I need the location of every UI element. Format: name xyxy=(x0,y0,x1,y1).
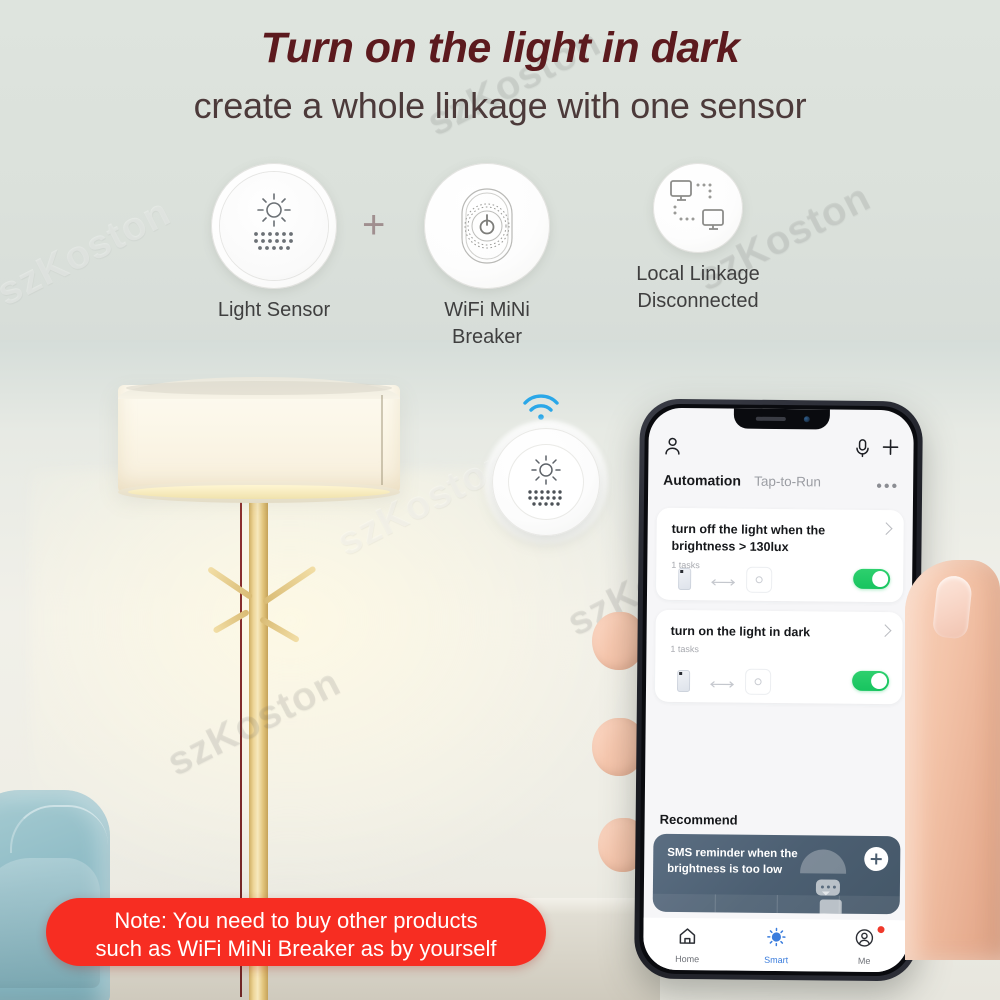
sensor-device-icon xyxy=(678,567,692,591)
home-icon xyxy=(679,928,696,944)
product-light-sensor: Light Sensor xyxy=(210,163,338,324)
bubble-dot xyxy=(820,885,824,889)
nav-me[interactable]: Me xyxy=(820,926,908,966)
automation-title: turn on the light in dark xyxy=(670,623,811,640)
lamp-light xyxy=(128,485,390,499)
sms-bubble-icon xyxy=(815,879,841,896)
action-device-icon xyxy=(746,566,773,593)
product-label-line1: Local Linkage xyxy=(636,263,760,285)
note-line-2: such as WiFi MiNi Breaker as by yourself xyxy=(95,936,497,962)
finger xyxy=(592,612,644,670)
toggle-knob xyxy=(871,672,888,690)
page-subtitle: create a whole linkage with one sensor xyxy=(193,85,807,126)
lamp-shade-seam xyxy=(381,395,383,485)
toggle-knob xyxy=(872,570,889,588)
nav-label: Home xyxy=(675,953,700,965)
automation-toggle[interactable] xyxy=(851,670,890,692)
note-line-1: Note: You need to buy other products xyxy=(114,908,478,933)
linkage-disc xyxy=(653,163,743,253)
tab-bar: Automation Tap-to-Run ••• xyxy=(648,472,913,503)
double-arrow-icon xyxy=(707,676,737,688)
recommend-card[interactable]: SMS reminder when the brightness is too … xyxy=(652,833,901,915)
product-label-line2: Disconnected xyxy=(637,290,759,312)
phone-notch xyxy=(733,408,830,430)
product-wifi-mini-breaker: WiFi MiNi Breaker xyxy=(423,163,551,351)
more-horizontal-icon[interactable]: ••• xyxy=(876,478,899,495)
smart-sun-icon xyxy=(767,927,786,947)
bubble-dot xyxy=(832,885,836,889)
light-sensor-icon xyxy=(220,172,328,280)
product-label: Light Sensor xyxy=(217,299,331,321)
wifi-signal-icon xyxy=(519,390,563,422)
light-sensor-disc xyxy=(211,163,337,289)
automation-title: turn off the light when the brightness >… xyxy=(671,521,826,554)
nav-label: Smart xyxy=(764,954,789,966)
note-banner: Note: You need to buy other products suc… xyxy=(46,898,546,966)
wifi-mini-breaker-icon xyxy=(461,188,513,264)
plus-icon[interactable] xyxy=(880,437,900,462)
bubble-dot xyxy=(826,885,830,889)
recommend-title: SMS reminder when the brightness is too … xyxy=(667,846,798,876)
tab-automation[interactable]: Automation xyxy=(663,472,741,489)
smartphone: Automation Tap-to-Run ••• turn off the l… xyxy=(633,398,924,982)
nav-smart[interactable]: Smart xyxy=(732,927,820,966)
plus-circle-icon[interactable] xyxy=(864,846,889,872)
recommend-heading: Recommend xyxy=(659,811,738,828)
local-linkage-icon xyxy=(670,180,724,230)
microphone-icon[interactable] xyxy=(853,438,871,463)
automation-tasks: 1 tasks xyxy=(670,643,699,655)
bottom-navigation: Home Smart Me xyxy=(643,917,909,973)
front-camera xyxy=(803,416,810,423)
product-local-linkage: Local Linkage Disconnected xyxy=(634,163,762,315)
person-icon[interactable] xyxy=(662,436,682,461)
product-label: WiFi MiNi Breaker xyxy=(444,299,530,348)
phone-bezel: Automation Tap-to-Run ••• turn off the l… xyxy=(639,403,918,977)
product-label: Local Linkage Disconnected xyxy=(634,261,762,315)
light-sensor-puck xyxy=(492,428,600,536)
breaker-disc xyxy=(424,163,550,289)
puck-face xyxy=(509,445,583,519)
earpiece-speaker xyxy=(755,416,786,422)
account-icon xyxy=(855,929,874,947)
sensor-device-icon xyxy=(676,669,691,693)
automation-card[interactable]: turn on the light in dark 1 tasks xyxy=(654,609,903,705)
action-device-icon xyxy=(744,668,772,695)
product-marketing-image: szKoston szKoston szKoston szKoston szKo… xyxy=(0,0,1000,1000)
note-text: Note: You need to buy other products suc… xyxy=(46,907,546,963)
app-header xyxy=(648,430,913,471)
thumbnail-nail xyxy=(931,574,974,640)
automation-toggle[interactable] xyxy=(853,568,891,590)
lamp-shade-top-inner xyxy=(126,381,392,395)
nav-label: Me xyxy=(857,955,871,966)
page-title: Turn on the light in dark xyxy=(260,24,740,72)
chevron-right-icon[interactable] xyxy=(878,624,892,637)
notification-badge xyxy=(877,926,885,934)
double-arrow-icon xyxy=(708,574,738,586)
phone-screen: Automation Tap-to-Run ••• turn off the l… xyxy=(643,407,914,973)
lamp-shade xyxy=(118,385,400,493)
tab-tap-to-run[interactable]: Tap-to-Run xyxy=(754,474,821,490)
chevron-right-icon[interactable] xyxy=(879,522,893,535)
recommend-strip xyxy=(652,893,900,915)
automation-card[interactable]: turn off the light when the brightness >… xyxy=(655,507,904,603)
nav-home[interactable]: Home xyxy=(643,926,731,965)
plus-separator: + xyxy=(362,203,386,247)
